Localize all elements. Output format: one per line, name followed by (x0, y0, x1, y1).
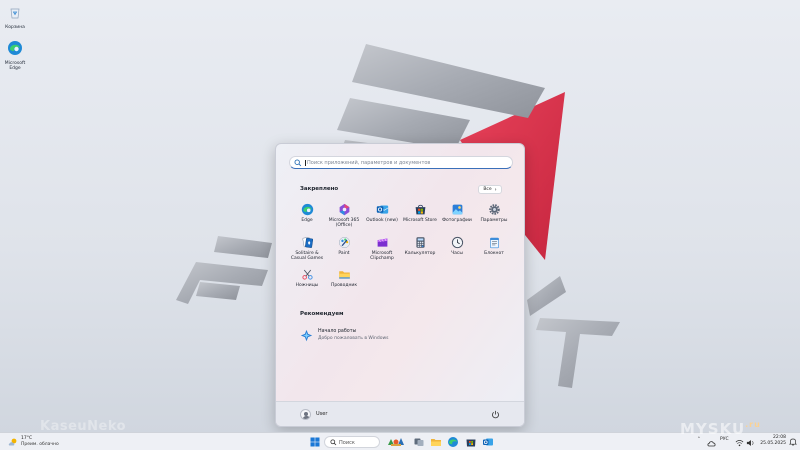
desktop-icon-label: Microsoft Edge (4, 61, 26, 71)
weather-description: Преим. облачно (21, 442, 59, 447)
solitaire-icon (302, 237, 313, 248)
pinned-app-outlook[interactable]: Outlook (new) (363, 203, 401, 223)
settings-gear-icon (488, 204, 500, 215)
pinned-app-clock[interactable]: Часы (438, 236, 476, 256)
recycle-bin-icon (10, 8, 20, 19)
outlook-icon[interactable] (482, 436, 494, 448)
pinned-app-settings[interactable]: Параметры (475, 203, 513, 223)
recommended-item-get-started[interactable]: Начало работы Добро пожаловать в Windows (300, 328, 420, 344)
pinned-app-label: Часы (451, 251, 463, 256)
pinned-app-label: Microsoft 365 (Office) (328, 218, 360, 229)
paint-icon (338, 237, 350, 248)
outlook-icon (376, 205, 388, 214)
pinned-app-label: Edge (301, 218, 313, 223)
volume-icon[interactable] (746, 437, 755, 449)
desktop-icon-recycle-bin[interactable]: Корзина (2, 4, 28, 30)
watermark-right-text: MYSKU (680, 420, 746, 438)
desktop-icon-label: Корзина (5, 25, 25, 30)
pinned-app-label: Solitaire & Casual Games (290, 251, 324, 262)
partly-cloudy-icon (8, 438, 17, 446)
taskbar-date: 25.05.2025 (760, 441, 786, 446)
search-highlight-icon[interactable] (386, 436, 406, 448)
edge-icon (301, 203, 313, 216)
onedrive-cloud-icon[interactable] (707, 437, 717, 449)
notification-bell-icon[interactable] (789, 437, 797, 446)
pinned-app-label: Paint (338, 251, 350, 256)
pinned-app-snipping-tool[interactable]: Ножницы (288, 268, 326, 288)
watermark-right-suffix: .ru (745, 420, 761, 429)
pinned-app-label: Калькулятор (404, 251, 436, 256)
recommended-item-subtitle: Добро пожаловать в Windows (318, 336, 389, 341)
pinned-app-solitaire[interactable]: Solitaire & Casual Games (288, 236, 326, 261)
notepad-icon (489, 237, 499, 249)
chevron-right-icon: › (494, 186, 497, 193)
clock-widget[interactable]: 22:08 25.05.2025 (760, 435, 786, 447)
windows-start-icon[interactable] (309, 436, 321, 448)
pinned-app-label: Microsoft Clipchamp (370, 251, 394, 262)
edge-icon (8, 41, 22, 55)
pinned-app-calculator[interactable]: Калькулятор (401, 236, 439, 256)
power-icon[interactable] (491, 410, 500, 419)
wifi-icon[interactable] (735, 437, 744, 449)
pinned-app-microsoft-store[interactable]: Microsoft Store (401, 203, 439, 223)
pinned-app-label: Параметры (480, 218, 508, 223)
pinned-app-microsoft-365[interactable]: Microsoft 365 (Office) (325, 203, 363, 228)
pinned-app-clipchamp[interactable]: Microsoft Clipchamp (363, 236, 401, 261)
user-name: User (316, 411, 328, 417)
desktop-icon-edge[interactable]: Microsoft Edge (2, 40, 28, 71)
all-apps-label: Все (483, 187, 492, 192)
clipchamp-icon (377, 238, 387, 247)
pinned-app-label: Ножницы (295, 283, 319, 288)
store-icon[interactable] (465, 436, 477, 448)
taskbar-search-box[interactable]: Поиск (324, 436, 380, 448)
search-icon (330, 439, 337, 446)
file-explorer-icon (338, 271, 350, 279)
clock-icon (451, 236, 463, 249)
search-placeholder: Поиск приложений, параметров и документо… (307, 160, 431, 166)
pinned-app-label: Блокнот (484, 251, 504, 256)
microsoft-365-icon (339, 203, 349, 216)
weather-temperature: 17°C (21, 436, 33, 441)
get-started-icon (300, 329, 313, 342)
edge-icon[interactable] (447, 436, 459, 448)
pinned-app-file-explorer[interactable]: Проводник (325, 268, 363, 288)
pinned-title: Закреплено (300, 186, 339, 192)
pinned-app-photos[interactable]: Фотографии (438, 203, 476, 223)
taskbar-search-label: Поиск (339, 439, 355, 446)
start-menu: Поиск приложений, параметров и документо… (275, 143, 525, 427)
pinned-app-notepad[interactable]: Блокнот (475, 236, 513, 256)
pinned-app-label: Microsoft Store (403, 218, 437, 223)
pinned-app-label: Фотографии (442, 218, 472, 223)
search-icon (294, 159, 302, 167)
text-caret (305, 160, 306, 166)
watermark-right: MYSKU.ru (680, 420, 761, 438)
user-account-button[interactable]: User (300, 408, 327, 420)
file-explorer-icon[interactable] (430, 436, 442, 448)
watermark-left: KaseuNeko (40, 419, 127, 434)
avatar (300, 408, 311, 420)
photos-icon (452, 204, 462, 215)
pinned-app-paint[interactable]: Paint (325, 236, 363, 256)
pinned-app-label: Outlook (new) (366, 218, 398, 223)
calculator-icon (415, 237, 425, 248)
recommended-item-title: Начало работы (318, 329, 357, 334)
pinned-app-label: Проводник (330, 283, 358, 288)
snipping-tool-icon (301, 269, 313, 280)
all-apps-button[interactable]: Все › (478, 185, 502, 194)
start-footer: User (276, 401, 524, 426)
recommended-title: Рекомендуем (300, 311, 344, 317)
pinned-app-edge[interactable]: Edge (288, 203, 326, 223)
store-icon (415, 204, 425, 215)
start-search-input[interactable]: Поиск приложений, параметров и документо… (289, 156, 513, 169)
task-view-icon[interactable] (413, 436, 425, 448)
